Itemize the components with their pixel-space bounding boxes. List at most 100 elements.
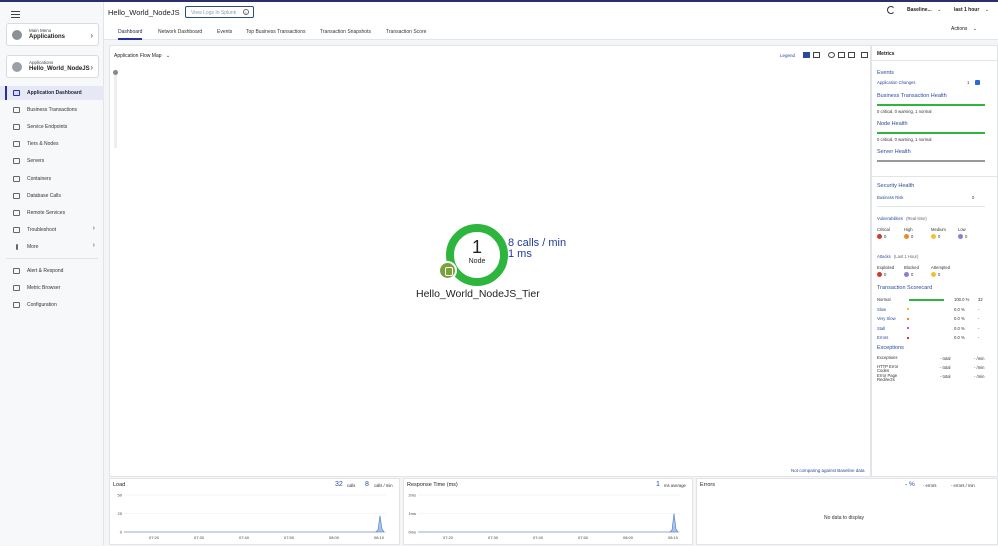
scorecard-pct: 0.0 %	[954, 316, 965, 321]
level-count: 0	[884, 272, 887, 277]
level-count: 0	[911, 234, 914, 239]
divider	[877, 206, 985, 207]
node-health-link[interactable]: Node Health	[877, 121, 908, 127]
sidebar-item-business-transactions[interactable]: Business Transactions	[0, 103, 104, 117]
severity-dot-icon	[958, 234, 963, 239]
layout-list-icon[interactable]	[813, 52, 820, 58]
time-range-dropdown[interactable]: last 1 hour ⌄	[954, 7, 989, 13]
tab-top-business-transactions[interactable]: Top Business Transactions	[246, 26, 305, 40]
refresh-layout-icon[interactable]	[828, 52, 835, 58]
scorecard-label[interactable]: Errors	[877, 335, 888, 340]
level-count: 0	[938, 234, 941, 239]
scorecard-pct: 0.0 %	[954, 306, 965, 312]
tiers-icon	[13, 141, 20, 147]
hamburger-menu-icon[interactable]	[11, 11, 20, 18]
tier-name[interactable]: Hello_World_NodeJS_Tier	[416, 288, 540, 300]
sidebar-item-tiers-nodes[interactable]: Tiers & Nodes	[0, 137, 104, 151]
events-link[interactable]: Events	[877, 70, 894, 76]
database-icon	[13, 193, 20, 199]
troubleshoot-icon	[13, 227, 20, 233]
tab-transaction-snapshots[interactable]: Transaction Snapshots	[320, 26, 371, 40]
sidebar-item-database-calls[interactable]: Database Calls	[0, 189, 104, 203]
level-label: Critical	[877, 227, 890, 232]
sidebar-item-more[interactable]: More ›	[0, 240, 104, 254]
remote-services-icon	[13, 210, 20, 216]
bell-icon	[13, 268, 20, 274]
actions-dropdown[interactable]: Actions ⌄	[951, 26, 977, 32]
exceptions-title[interactable]: Exceptions	[877, 345, 904, 351]
sidebar-item-alert-respond[interactable]: Alert & Respond	[0, 264, 104, 278]
sidebar-item-service-endpoints[interactable]: Service Endpoints	[0, 120, 104, 134]
splunk-button-label: View Logs In Splunk	[191, 10, 237, 16]
scorecard-label[interactable]: Slow	[877, 307, 886, 312]
response-time-chart[interactable]: 2ms 1ms 0ms 07:20 07:30 07:40 07:50 08:00 08:10	[404, 479, 694, 546]
server-health-link[interactable]: Server Health	[877, 149, 911, 155]
main-menu-card[interactable]: Main Menu Applications ›	[6, 23, 99, 46]
attacks-link[interactable]: Attacks (Last 1 Hour)	[877, 254, 918, 259]
sidebar-item-remote-services[interactable]: Remote Services	[0, 206, 104, 220]
baseline-dropdown[interactable]: Baseline... ⌄	[907, 7, 941, 13]
application-label: Applications	[29, 60, 54, 65]
bt-health-link[interactable]: Business Transaction Health	[877, 93, 947, 99]
change-event-icon	[975, 80, 980, 85]
security-health-link[interactable]: Security Health	[877, 183, 914, 189]
application-changes-link[interactable]: Application Changes	[877, 80, 915, 85]
tab-dashboard[interactable]: Dashboard	[118, 26, 143, 40]
exception-rate: - /min	[974, 365, 985, 370]
main-menu-value: Applications	[29, 34, 66, 40]
chevron-down-icon: ⌄	[984, 7, 989, 13]
y-tick-label: 0	[120, 530, 123, 535]
application-changes-count: 1	[967, 80, 970, 85]
sidebar-item-label: Containers	[27, 176, 52, 182]
sidebar-item-metric-browser[interactable]: Metric Browser	[0, 281, 104, 295]
flow-map-title: Application Flow Map	[114, 53, 162, 59]
layout-toggle-icon[interactable]	[803, 52, 810, 58]
tier-node-ring[interactable]: 1 Node	[446, 224, 508, 286]
errors-panel: Errors - % - errors - errors / min No da…	[696, 478, 998, 545]
scorecard-label[interactable]: Stall	[877, 326, 885, 331]
sidebar-item-containers[interactable]: Containers	[0, 172, 104, 186]
zoom-slider[interactable]	[113, 70, 118, 148]
scorecard-count: -	[978, 316, 980, 321]
severity-dot-icon	[904, 234, 909, 239]
flow-map-selector[interactable]: Application Flow Map ⌄	[114, 53, 170, 59]
level-label: Exploited	[877, 265, 895, 270]
exception-rate: - /min	[974, 374, 985, 379]
view-logs-splunk-button[interactable]: View Logs In Splunk i	[185, 6, 254, 18]
tab-events[interactable]: Events	[217, 26, 232, 40]
chevron-down-icon: ⌄	[937, 7, 942, 13]
zoom-fit-icon[interactable]	[838, 52, 845, 58]
sidebar-item-configuration[interactable]: Configuration	[0, 298, 104, 312]
vulnerabilities-label: Vulnerabilities	[877, 216, 903, 221]
sidebar-item-application-dashboard[interactable]: Application Dashboard	[0, 86, 104, 100]
scorecard-label[interactable]: Very Slow	[877, 316, 896, 321]
load-chart[interactable]: 50 25 0 07:20 07:30 07:40 07:50 08:00 08:10	[110, 479, 401, 546]
fullscreen-icon[interactable]	[861, 52, 868, 58]
baseline-label: Baseline...	[907, 7, 932, 13]
vulnerabilities-link[interactable]: Vulnerabilities (Real-time)	[877, 216, 927, 221]
sidebar-item-servers[interactable]: Servers	[0, 154, 104, 168]
tab-transaction-score[interactable]: Transaction Score	[386, 26, 426, 40]
baseline-note[interactable]: Not comparing against Baseline data	[791, 468, 865, 473]
attacks-note: (Last 1 Hour)	[893, 254, 919, 259]
scorecard-label: Normal	[877, 297, 891, 302]
collapse-icon[interactable]	[848, 52, 855, 58]
sidebar-item-troubleshoot[interactable]: Troubleshoot ›	[0, 223, 104, 237]
errors-count: - errors	[923, 483, 937, 488]
nodejs-icon	[438, 261, 457, 280]
severity-dot-icon	[877, 272, 882, 277]
sidebar-divider	[6, 258, 98, 259]
errors-title: Errors	[700, 482, 715, 488]
exception-total: - total	[940, 374, 951, 379]
tab-network-dashboard[interactable]: Network Dashboard	[158, 26, 202, 40]
scorecard-marker	[907, 317, 909, 320]
level-label: Medium	[931, 227, 946, 232]
application-card[interactable]: Applications Hello_World_NodeJS ›	[6, 55, 99, 78]
no-data-message: No data to display	[824, 515, 865, 521]
applications-icon	[12, 30, 22, 40]
load-panel: Load 32 calls 8 calls / min 50 25 0 07:20 07…	[109, 478, 400, 545]
legend-link[interactable]: Legend	[780, 53, 795, 58]
business-risk-link[interactable]: Business Risk	[877, 195, 903, 200]
refresh-icon[interactable]	[887, 6, 895, 14]
scorecard-title[interactable]: Transaction Scorecard	[877, 285, 932, 291]
